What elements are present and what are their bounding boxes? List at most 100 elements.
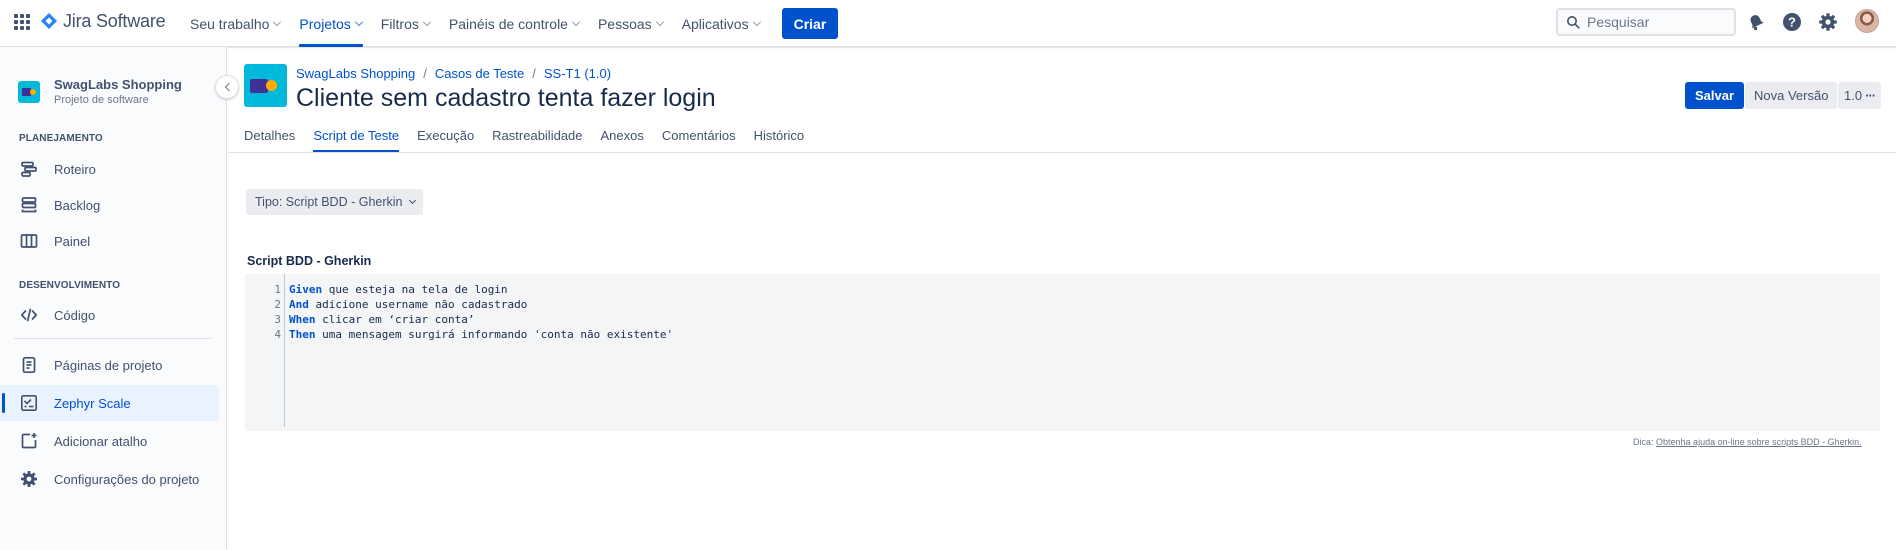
sidebar-item-label: Páginas de projeto: [54, 357, 163, 373]
help-icon[interactable]: ?: [1781, 11, 1803, 33]
tab-execution[interactable]: Execução: [417, 123, 474, 152]
nav-people[interactable]: Pessoas: [589, 0, 673, 47]
page-title[interactable]: Cliente sem cadastro tenta fazer login: [296, 84, 716, 113]
sidebar-item-code[interactable]: Código: [0, 297, 219, 333]
project-type: Projeto de software: [54, 94, 149, 106]
backlog-icon: [20, 196, 38, 214]
create-button[interactable]: Criar: [781, 8, 839, 39]
settings-gear-icon[interactable]: [1817, 11, 1839, 33]
sidebar-item-zephyr-scale[interactable]: Zephyr Scale: [0, 385, 219, 421]
chevron-down-icon: [273, 18, 282, 26]
project-sidebar: SwagLabs Shopping Projeto de software PL…: [0, 47, 239, 550]
svg-text:?: ?: [1788, 15, 1796, 30]
sidebar-item-label: Configurações do projeto: [54, 471, 200, 487]
breadcrumb: SwagLabs Shopping / Casos de Teste / SS-…: [296, 66, 611, 81]
sidebar-item-project-pages[interactable]: Páginas de projeto: [0, 347, 219, 383]
script-type-value: Tipo: Script BDD - Gherkin: [255, 195, 403, 209]
gherkin-code-editor[interactable]: 1 Given que esteja na tela de login 2 An…: [245, 274, 1880, 431]
line-number: 4: [274, 328, 281, 341]
top-navigation: Jira Software Seu trabalho Projetos Filt…: [0, 0, 1896, 47]
nav-label: Seu trabalho: [190, 15, 270, 32]
breadcrumb-test-cases[interactable]: Casos de Teste: [435, 66, 524, 81]
code-text: clicar em ‘criar conta’: [315, 313, 475, 326]
app-switcher-icon[interactable]: [14, 14, 30, 30]
version-menu-button[interactable]: 1.0 ···: [1838, 82, 1882, 109]
project-header[interactable]: SwagLabs Shopping Projeto de software: [18, 77, 182, 106]
sidebar-divider: [14, 338, 211, 339]
nav-your-work[interactable]: Seu trabalho: [181, 0, 290, 47]
tab-history[interactable]: Histórico: [754, 123, 805, 152]
hint-prefix: Dica:: [1633, 437, 1654, 447]
board-icon: [20, 232, 38, 250]
sidebar-item-roadmap[interactable]: Roteiro: [0, 151, 219, 187]
chevron-down-icon: [572, 18, 580, 26]
sidebar-item-label: Código: [54, 307, 96, 323]
jira-logo[interactable]: Jira Software: [40, 10, 166, 32]
more-options-icon: ···: [1865, 88, 1876, 103]
project-avatar-icon: [18, 80, 40, 103]
nav-label: Painéis de controle: [448, 15, 568, 32]
gherkin-keyword: Given: [289, 283, 323, 296]
code-line: 2 And adicione username não cadastrado: [245, 297, 527, 312]
roadmap-icon: [20, 160, 38, 178]
sidebar-item-label: Adicionar atalho: [54, 433, 148, 449]
gherkin-keyword: And: [289, 298, 309, 311]
search-input[interactable]: [1587, 14, 1727, 30]
sidebar-item-label: Roteiro: [54, 161, 96, 177]
code-line: 4 Then uma mensagem surgirá informando '…: [245, 327, 673, 342]
sidebar-item-board[interactable]: Painel: [0, 223, 219, 259]
save-button[interactable]: Salvar: [1685, 82, 1745, 109]
new-version-button[interactable]: Nova Versão: [1745, 82, 1838, 109]
search-box[interactable]: [1556, 8, 1736, 36]
project-name: SwagLabs Shopping: [54, 77, 182, 92]
search-icon: [1567, 16, 1580, 29]
gear-icon: [20, 470, 38, 488]
main-content: SwagLabs Shopping / Casos de Teste / SS-…: [228, 47, 1896, 550]
tab-test-script[interactable]: Script de Teste: [313, 123, 399, 152]
script-type-select[interactable]: Tipo: Script BDD - Gherkin: [246, 189, 423, 215]
user-avatar[interactable]: [1855, 9, 1879, 33]
nav-label: Projetos: [299, 15, 351, 32]
tab-comments[interactable]: Comentários: [662, 123, 736, 152]
jira-diamond-icon: [41, 13, 57, 29]
test-case-icon: [244, 64, 287, 107]
sidebar-item-project-settings[interactable]: Configurações do projeto: [0, 461, 219, 497]
chevron-down-icon: [354, 18, 363, 26]
section-title-planning: PLANEJAMENTO: [19, 133, 103, 144]
chevron-down-icon: [408, 196, 416, 205]
nav-label: Pessoas: [597, 15, 652, 32]
tab-details[interactable]: Detalhes: [244, 123, 295, 152]
chevron-down-icon: [655, 18, 664, 26]
breadcrumb-separator: /: [423, 66, 427, 81]
nav-filters[interactable]: Filtros: [372, 0, 440, 47]
chevron-down-icon: [422, 18, 431, 26]
tab-traceability[interactable]: Rastreabilidade: [492, 123, 582, 152]
add-shortcut-icon: [20, 432, 38, 450]
section-title-development: DESENVOLVIMENTO: [19, 280, 121, 291]
code-text: uma mensagem surgirá informando 'conta n…: [315, 328, 674, 341]
gherkin-keyword: When: [289, 313, 316, 326]
line-number: 1: [274, 283, 281, 296]
code-icon: [20, 306, 38, 324]
notifications-bell-icon[interactable]: [1745, 11, 1767, 33]
sidebar-item-label: Backlog: [54, 197, 101, 213]
nav-dashboards[interactable]: Painéis de controle: [440, 0, 589, 47]
nav-projects[interactable]: Projetos: [290, 0, 371, 47]
breadcrumb-project[interactable]: SwagLabs Shopping: [296, 66, 415, 81]
code-line: 3 When clicar em ‘criar conta’: [245, 312, 474, 327]
logo-text: Jira Software: [63, 10, 166, 31]
nav-menu: Seu trabalho Projetos Filtros Painéis de…: [181, 0, 839, 47]
zephyr-icon: [20, 394, 38, 412]
hint-help-link[interactable]: Obtenha ajuda on-line sobre scripts BDD …: [1656, 437, 1862, 447]
gherkin-keyword: Then: [289, 328, 316, 341]
sidebar-item-label: Painel: [54, 233, 91, 249]
code-text: que esteja na tela de login: [322, 283, 508, 296]
pages-icon: [20, 356, 38, 374]
sidebar-item-label: Zephyr Scale: [54, 395, 131, 411]
tab-attachments[interactable]: Anexos: [601, 123, 644, 152]
line-number: 3: [274, 313, 281, 326]
breadcrumb-test-key[interactable]: SS-T1 (1.0): [544, 66, 611, 81]
nav-apps[interactable]: Aplicativos: [673, 0, 770, 47]
sidebar-item-add-shortcut[interactable]: Adicionar atalho: [0, 423, 219, 459]
sidebar-item-backlog[interactable]: Backlog: [0, 187, 219, 223]
